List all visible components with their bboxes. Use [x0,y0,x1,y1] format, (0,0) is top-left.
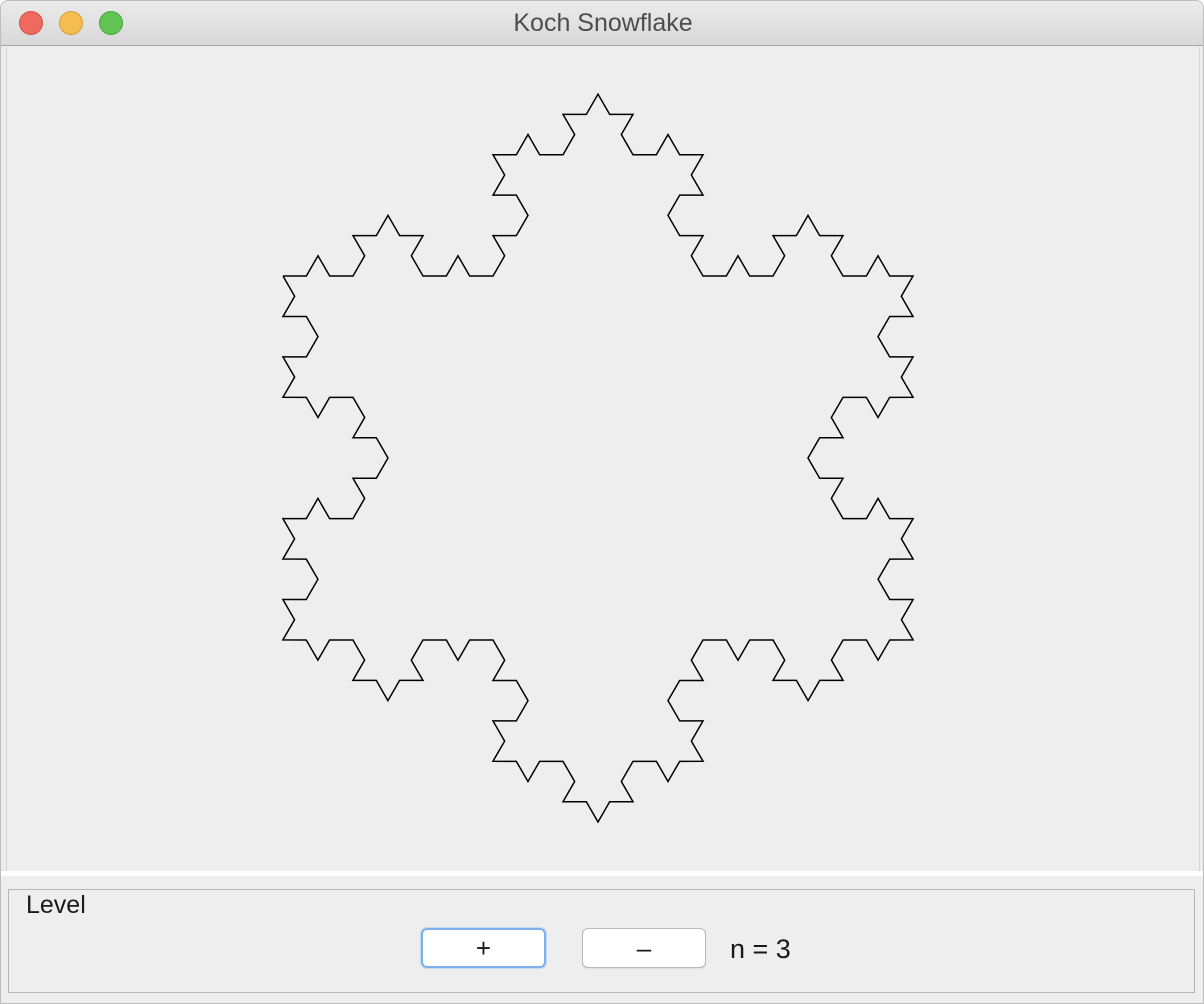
level-indicator: n = 3 [730,934,791,964]
drawing-canvas [6,47,1200,871]
koch-snowflake-drawing [281,92,915,824]
level-group-label: Level [22,890,90,920]
level-control-panel: Level + – n = 3 [1,876,1203,1003]
decrease-level-button[interactable]: – [582,928,706,968]
window-title: Koch Snowflake [513,9,693,37]
app-window: Koch Snowflake Level + – n = 3 [0,0,1204,1004]
koch-snowflake-outline [281,92,915,824]
title-bar[interactable]: Koch Snowflake [1,1,1203,46]
increase-level-button[interactable]: + [421,928,546,968]
